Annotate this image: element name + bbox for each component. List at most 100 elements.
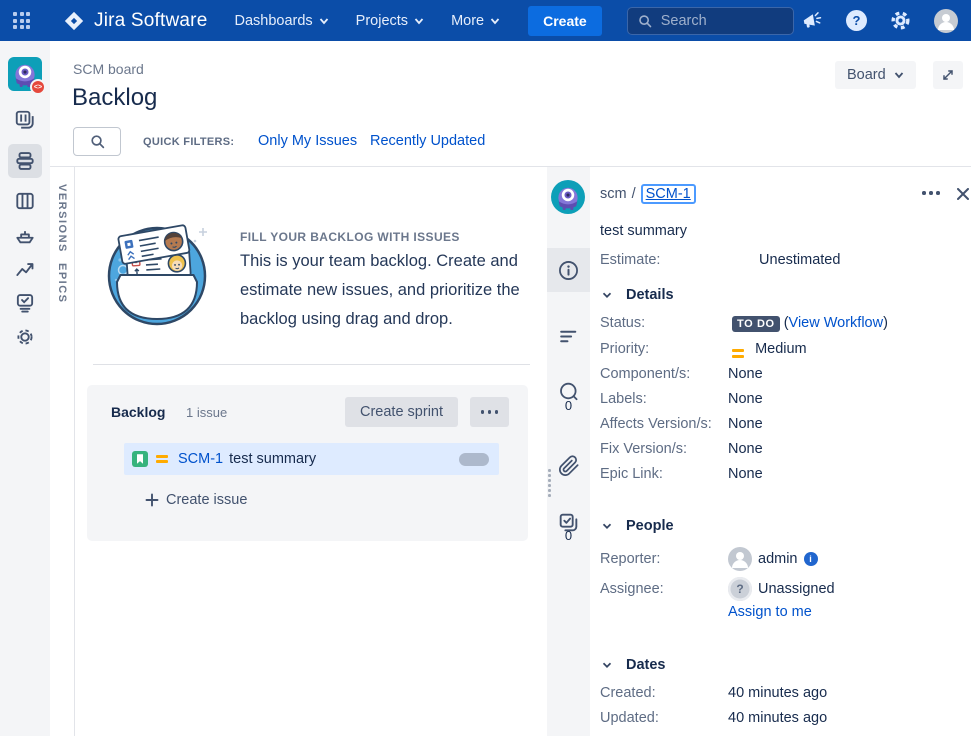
info-icon — [557, 259, 580, 282]
sidebar-item-active-sprints[interactable] — [8, 184, 42, 218]
tab-description[interactable] — [547, 314, 590, 358]
updated-row: Updated:40 minutes ago — [600, 710, 827, 726]
estimate-row: Estimate: Unestimated — [600, 252, 840, 268]
dates-section-header[interactable]: Dates — [600, 657, 666, 673]
tab-attachments[interactable] — [547, 444, 590, 488]
filter-recently-updated[interactable]: Recently Updated — [370, 133, 485, 149]
topnav-right-icons: ? — [801, 9, 958, 33]
sidebar-item-addons[interactable] — [8, 320, 42, 354]
affects-version-row: Affects Version/s:None — [600, 416, 763, 432]
app-switcher-icon[interactable] — [13, 12, 30, 29]
backlog-icon — [14, 150, 36, 172]
menu-more[interactable]: More — [451, 13, 500, 29]
software-project-badge: <> — [30, 79, 46, 95]
comment-count: 0 — [547, 398, 590, 413]
filter-only-my-issues[interactable]: Only My Issues — [258, 133, 357, 149]
global-search[interactable] — [627, 7, 794, 35]
person-icon — [728, 547, 752, 571]
unassigned-avatar: ? — [728, 577, 752, 601]
chevron-down-icon — [319, 16, 329, 26]
issue-summary[interactable]: test summary — [600, 223, 687, 239]
reports-chart-icon — [14, 258, 36, 280]
backlog-panel-title: Backlog — [111, 404, 165, 420]
chevron-down-icon — [600, 288, 614, 302]
sidebar-item-backlog[interactable] — [8, 144, 42, 178]
search-input[interactable] — [661, 13, 771, 29]
assign-to-me-link[interactable]: Assign to me — [728, 604, 812, 620]
issue-detail-panel: 0 0 scm / SCM-1 — [547, 167, 971, 736]
detail-breadcrumb: scm / SCM-1 — [600, 184, 696, 204]
created-row: Created:40 minutes ago — [600, 685, 827, 701]
jira-backlog-screen: Jira Software Dashboards Projects More C… — [0, 0, 971, 736]
expand-icon — [940, 67, 956, 83]
plus-icon — [145, 493, 159, 507]
backlog-illustration — [100, 218, 220, 328]
reporter-info-icon[interactable]: i — [804, 552, 818, 566]
empty-state-heading: FILL YOUR BACKLOG WITH ISSUES — [240, 230, 460, 244]
assignee-name[interactable]: Unassigned — [758, 581, 835, 597]
panel-resize-handle[interactable] — [548, 469, 551, 497]
issue-key-link[interactable]: SCM-1 — [641, 184, 696, 204]
detail-more-button[interactable] — [922, 191, 940, 195]
view-workflow-link[interactable]: View Workflow — [789, 315, 884, 331]
ellipsis-icon — [481, 410, 499, 414]
help-icon[interactable]: ? — [846, 10, 867, 31]
detail-tab-strip: 0 0 — [547, 167, 590, 736]
story-type-icon — [132, 451, 148, 467]
user-avatar[interactable] — [934, 9, 958, 33]
estimate-label: Estimate: — [600, 252, 755, 268]
breadcrumb-separator: / — [632, 186, 636, 202]
project-sidebar: <> — [0, 41, 50, 736]
description-lines-icon — [557, 325, 580, 348]
issue-row[interactable]: SCM-1 test summary — [124, 443, 499, 475]
epic-link-row: Epic Link:None — [600, 466, 763, 482]
people-section-header[interactable]: People — [600, 518, 674, 534]
create-issue-button[interactable]: Create issue — [145, 492, 247, 508]
jira-logo[interactable]: Jira Software — [63, 10, 207, 32]
status-row: Status: TO DO (View Workflow) — [600, 315, 888, 332]
close-icon — [957, 188, 969, 200]
tab-versions[interactable]: VERSIONS — [56, 184, 68, 253]
reporter-name[interactable]: admin — [758, 551, 798, 567]
settings-gear-icon — [14, 326, 36, 348]
ship-icon — [14, 224, 36, 246]
reporter-row: Reporter: admin i — [600, 547, 818, 571]
fullscreen-button[interactable] — [933, 61, 963, 89]
subtask-count: 0 — [547, 528, 590, 543]
person-icon — [934, 9, 958, 33]
sidebar-item-issues[interactable] — [8, 286, 42, 320]
tab-details[interactable] — [547, 248, 590, 292]
create-sprint-button[interactable]: Create sprint — [345, 397, 458, 427]
megaphone-icon[interactable] — [801, 10, 823, 32]
menu-dashboards[interactable]: Dashboards — [234, 13, 328, 29]
create-button[interactable]: Create — [528, 6, 602, 36]
backlog-search-button[interactable] — [73, 127, 121, 156]
page-title: Backlog — [72, 84, 157, 112]
search-icon — [637, 13, 653, 29]
project-key[interactable]: scm — [600, 186, 627, 202]
menu-projects[interactable]: Projects — [356, 13, 424, 29]
project-avatar-round[interactable] — [551, 180, 585, 214]
estimate-pill — [459, 453, 489, 466]
sidebar-item-boards[interactable] — [8, 103, 42, 137]
status-badge: TO DO — [732, 316, 780, 332]
divider — [93, 364, 530, 365]
tab-epics[interactable]: EPICS — [56, 263, 68, 304]
chevron-down-icon — [600, 519, 614, 533]
estimate-value[interactable]: Unestimated — [759, 252, 840, 268]
details-section-header[interactable]: Details — [600, 287, 674, 303]
gear-icon[interactable] — [890, 10, 911, 31]
breadcrumb[interactable]: SCM board — [73, 61, 144, 77]
project-avatar[interactable]: <> — [8, 57, 42, 91]
issue-key-link[interactable]: SCM-1 — [178, 451, 223, 467]
sidebar-item-reports[interactable] — [8, 252, 42, 286]
priority-medium-icon — [732, 349, 744, 358]
project-creature-icon — [551, 180, 585, 214]
backlog-more-button[interactable] — [470, 397, 509, 427]
fix-version-row: Fix Version/s:None — [600, 441, 763, 457]
chevron-down-icon — [414, 16, 424, 26]
sidebar-item-releases[interactable] — [8, 218, 42, 252]
board-switcher-button[interactable]: Board — [835, 61, 916, 89]
paperclip-icon — [558, 455, 580, 477]
close-panel-button[interactable] — [957, 187, 969, 205]
